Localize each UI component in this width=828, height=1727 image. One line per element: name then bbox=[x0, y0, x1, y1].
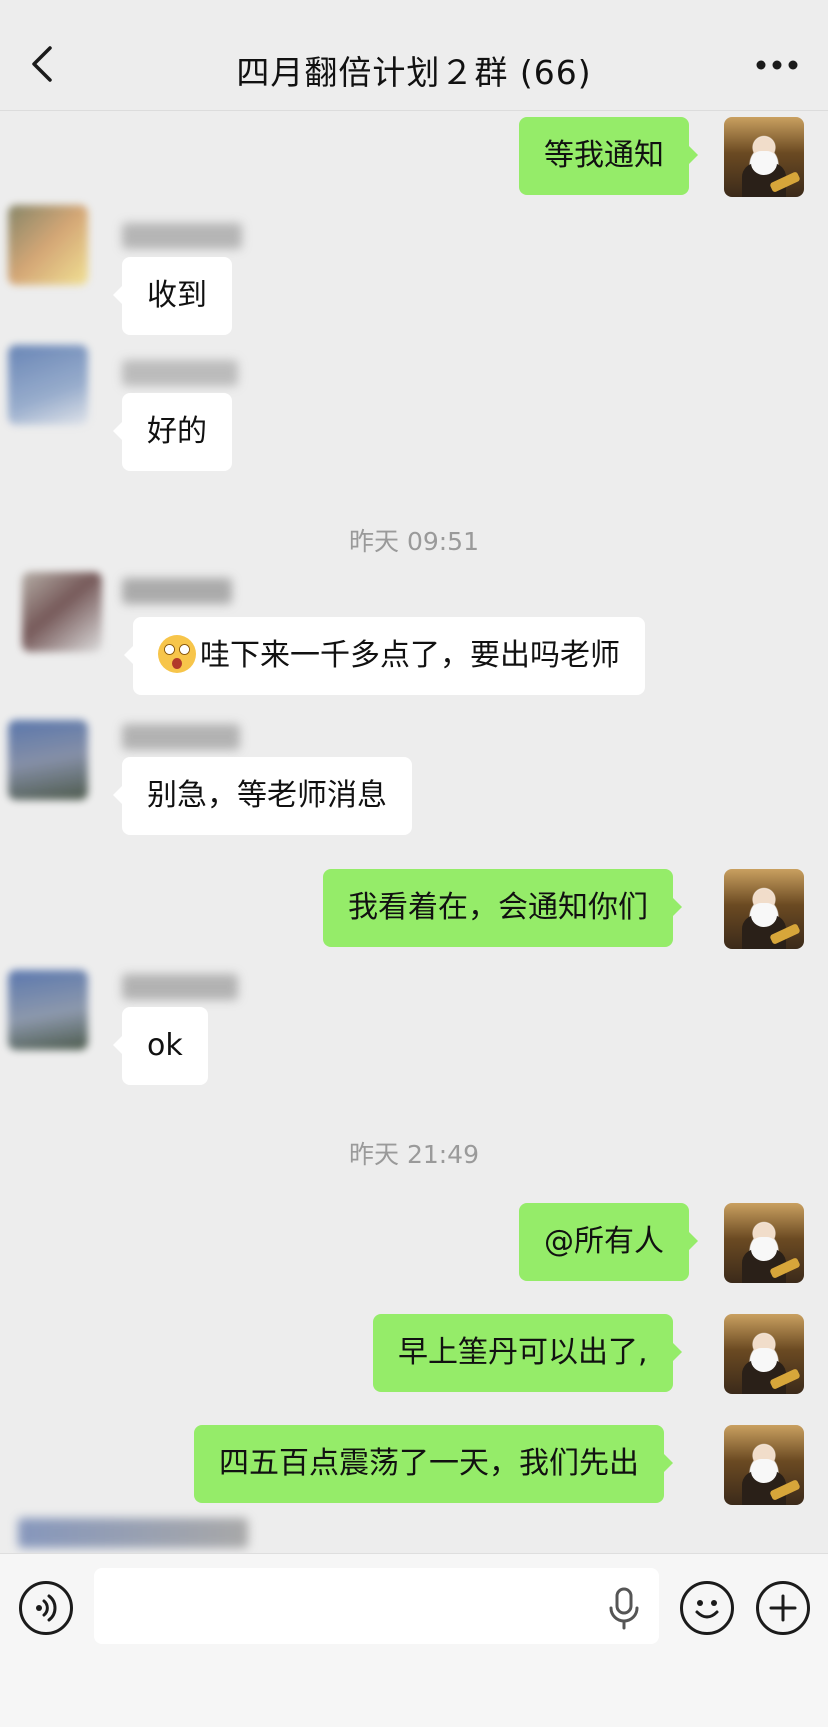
member-message-bubble[interactable]: ok bbox=[113, 1007, 208, 1085]
member-name-blurred bbox=[122, 223, 242, 249]
member-avatar[interactable] bbox=[8, 720, 88, 800]
my-avatar[interactable] bbox=[724, 1314, 804, 1394]
more-dots-icon[interactable] bbox=[752, 50, 802, 80]
chat-title: 四月翻倍计划２群 (66) bbox=[236, 53, 592, 92]
smiley-icon[interactable] bbox=[680, 1581, 734, 1635]
timestamp: 昨天 21:49 bbox=[349, 1140, 479, 1169]
astonished-face-emoji bbox=[158, 634, 196, 673]
my-message-bubble[interactable]: 四五百点震荡了一天，我们先出 bbox=[194, 1425, 673, 1503]
my-avatar[interactable] bbox=[724, 869, 804, 949]
my-avatar[interactable] bbox=[724, 1203, 804, 1283]
member-avatar[interactable] bbox=[8, 345, 88, 425]
microphone-icon[interactable] bbox=[606, 1586, 642, 1630]
member-avatar[interactable] bbox=[8, 970, 88, 1050]
my-avatar[interactable] bbox=[724, 117, 804, 197]
member-name-blurred bbox=[122, 974, 238, 1000]
member-name-blurred bbox=[18, 1518, 248, 1548]
member-name-blurred bbox=[122, 724, 240, 750]
member-avatar[interactable] bbox=[22, 572, 102, 652]
member-message-bubble[interactable]: 哇下来一千多点了，要出吗老师 bbox=[124, 617, 645, 695]
member-message-bubble[interactable]: 好的 bbox=[113, 393, 232, 471]
plus-icon[interactable] bbox=[756, 1581, 810, 1635]
chat-header: 四月翻倍计划２群 (66) bbox=[0, 0, 828, 111]
my-avatar[interactable] bbox=[724, 1425, 804, 1505]
my-message-bubble[interactable]: 等我通知 bbox=[519, 117, 698, 195]
my-message-bubble[interactable]: @所有人 bbox=[519, 1203, 698, 1281]
voice-icon[interactable] bbox=[19, 1581, 73, 1635]
my-message-bubble[interactable]: 我看着在，会通知你们 bbox=[323, 869, 682, 947]
member-name-blurred bbox=[122, 578, 232, 604]
member-name-blurred bbox=[122, 360, 238, 386]
message-input[interactable] bbox=[94, 1568, 659, 1644]
member-message-bubble[interactable]: 收到 bbox=[113, 257, 232, 335]
message-text: 哇下来一千多点了，要出吗老师 bbox=[200, 638, 620, 673]
member-message-bubble[interactable]: 别急，等老师消息 bbox=[113, 757, 412, 835]
member-avatar[interactable] bbox=[8, 205, 88, 285]
timestamp: 昨天 09:51 bbox=[349, 527, 479, 556]
my-message-bubble[interactable]: 早上筀丹可以出了, bbox=[373, 1314, 682, 1392]
